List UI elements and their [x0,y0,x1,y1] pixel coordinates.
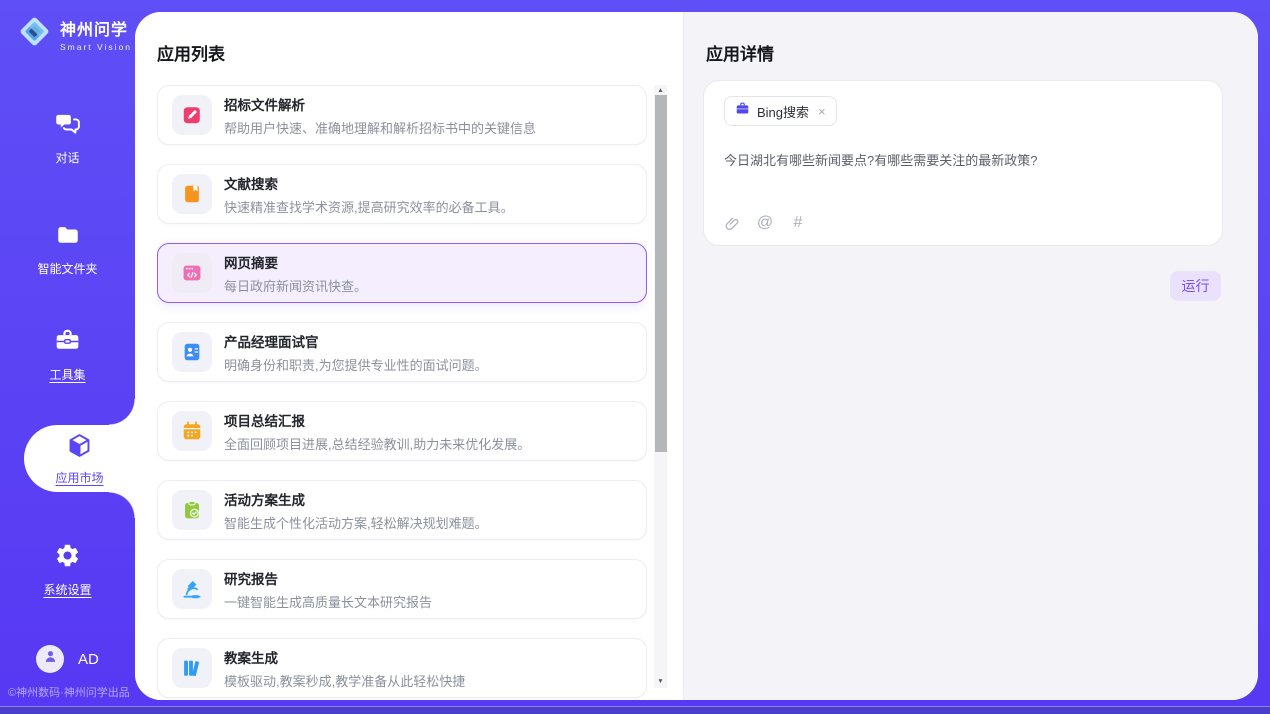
query-input[interactable]: 今日湖北有哪些新闻要点?有哪些需要关注的最新政策? [724,151,1202,171]
app-card[interactable]: 项目总结汇报全面回顾项目进展,总结经验教训,助力未来优化发展。 [157,401,647,461]
app-card-list: 招标文件解析帮助用户快速、准确地理解和解析招标书中的关键信息文献搜索快速精准查找… [157,85,647,700]
paperclip-icon[interactable] [722,213,742,233]
sidebar-item-smart-folder[interactable]: 智能文件夹 [0,222,135,277]
folder-icon [55,222,81,253]
sidebar-item-system-settings[interactable]: 系统设置 [0,542,135,598]
avatar [36,645,64,673]
app-card-description: 帮助用户快速、准确地理解和解析招标书中的关键信息 [224,118,536,137]
sidebar-item-chat[interactable]: 对话 [0,110,135,166]
tool-tag-label: Bing搜索 [757,102,809,121]
books-icon [172,648,212,688]
calendar-icon [172,411,212,451]
app-detail-panel: 应用详情 Bing搜索 × 今日湖北有哪些新闻要点?有哪些需要关注的最新政策? [683,12,1258,700]
app-card-title: 网页摘要 [224,252,367,272]
content-area: 应用列表 招标文件解析帮助用户快速、准确地理解和解析招标书中的关键信息文献搜索快… [135,12,1258,700]
app-card[interactable]: 网页摘要每日政府新闻资讯快查。 [157,243,647,303]
app-card[interactable]: 教案生成模板驱动,教案秒成,教学准备从此轻松快捷 [157,638,647,698]
bottom-edge [0,707,1270,714]
sidebar-item-label: 应用市场 [55,469,103,486]
briefcase-icon [735,101,750,121]
sidebar-item-label: 系统设置 [43,581,91,598]
resume-icon [172,332,212,372]
app-card[interactable]: 研究报告一键智能生成高质量长文本研究报告 [157,559,647,619]
scroll-down-icon[interactable]: ▼ [654,676,667,688]
sidebar: 神州问学 Smart Vision 对话智能文件夹工具集应用市场系统设置 AD … [0,0,135,714]
copyright-text: ©神州数码·神州问学出品 [8,684,135,700]
app-card[interactable]: 活动方案生成智能生成个性化活动方案,轻松解决规划难题。 [157,480,647,540]
sidebar-item-label: 智能文件夹 [37,260,97,277]
app-card-description: 每日政府新闻资讯快查。 [224,276,367,295]
diamond-logo-icon [16,13,53,55]
app-card-description: 明确身份和职责,为您提供专业性的面试问题。 [224,355,488,374]
toolbox-icon [54,327,81,359]
app-card-title: 招标文件解析 [224,94,536,114]
at-icon[interactable]: @ [755,213,775,233]
sidebar-item-label: 工具集 [49,366,85,383]
sidebar-item-label: 对话 [55,149,79,166]
app-card-description: 快速精准查找学术资源,提高研究效率的必备工具。 [224,197,514,216]
book-icon [172,174,212,214]
gear-icon [54,542,81,574]
app-card-title: 活动方案生成 [224,489,488,509]
scrollbar[interactable]: ▲ ▼ [654,85,667,688]
app-card[interactable]: 产品经理面试官明确身份和职责,为您提供专业性的面试问题。 [157,322,647,382]
scrollbar-thumb[interactable] [655,95,667,452]
user-label: AD [78,651,99,668]
app-card-title: 教案生成 [224,647,465,667]
brand-subtitle: Smart Vision [60,42,132,52]
query-input-card[interactable]: Bing搜索 × 今日湖北有哪些新闻要点?有哪些需要关注的最新政策? @ # [703,80,1223,246]
tool-tag-bing-search[interactable]: Bing搜索 × [724,96,837,126]
pen-square-icon [172,95,212,135]
app-card-title: 产品经理面试官 [224,331,488,351]
app-card[interactable]: 招标文件解析帮助用户快速、准确地理解和解析招标书中的关键信息 [157,85,647,145]
app-card-description: 智能生成个性化活动方案,轻松解决规划难题。 [224,513,488,532]
run-button[interactable]: 运行 [1170,271,1221,301]
app-card-description: 模板驱动,教案秒成,教学准备从此轻松快捷 [224,671,465,690]
app-list-title: 应用列表 [157,40,225,65]
app-list-panel: 应用列表 招标文件解析帮助用户快速、准确地理解和解析招标书中的关键信息文献搜索快… [135,12,683,700]
user-button[interactable]: AD [36,645,99,673]
app-card-title: 研究报告 [224,568,432,588]
person-icon [42,648,59,670]
microscope-icon [172,569,212,609]
clipboard-check-icon [172,490,212,530]
app-card[interactable]: 文献搜索快速精准查找学术资源,提高研究效率的必备工具。 [157,164,647,224]
hash-icon[interactable]: # [788,213,808,233]
app-card-title: 项目总结汇报 [224,410,530,430]
app-card-description: 全面回顾项目进展,总结经验教训,助力未来优化发展。 [224,434,530,453]
app-card-title: 文献搜索 [224,173,514,193]
brand-logo: 神州问学 Smart Vision [16,13,132,55]
app-card-description: 一键智能生成高质量长文本研究报告 [224,592,432,611]
chat-icon [54,110,81,142]
browser-code-icon [172,253,212,293]
close-icon[interactable]: × [818,104,826,119]
app-detail-title: 应用详情 [706,40,774,65]
sidebar-item-toolset[interactable]: 工具集 [0,327,135,383]
input-toolbar: @ # [722,213,808,233]
sidebar-item-app-market[interactable]: 应用市场 [24,425,135,492]
app-window: 神州问学 Smart Vision 对话智能文件夹工具集应用市场系统设置 AD … [0,0,1270,714]
cube-icon [66,432,93,464]
brand-name: 神州问学 [60,16,132,40]
